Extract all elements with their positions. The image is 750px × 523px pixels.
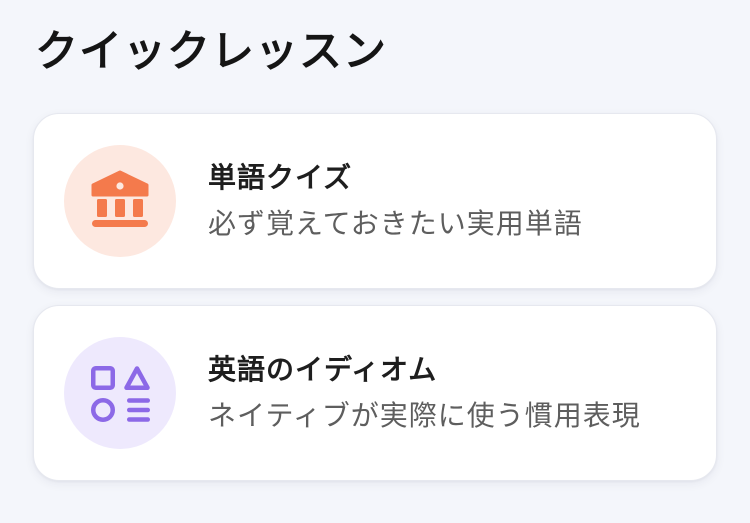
lesson-title: 英語のイディオム [208, 354, 438, 385]
bank-column [133, 199, 143, 217]
triangle-shape [124, 366, 150, 390]
bank-column [115, 199, 125, 217]
icon-badge [64, 145, 176, 257]
lesson-text: 英語のイディオム ネイティブが実際に使う慣用表現 [208, 347, 641, 439]
lesson-card-word-quiz[interactable]: 単語クイズ 必ず覚えておきたい実用単語 [33, 113, 717, 289]
lesson-subtitle: 必ず覚えておきたい実用単語 [208, 208, 583, 239]
icon-badge [64, 337, 176, 449]
lesson-text: 単語クイズ 必ず覚えておきたい実用単語 [208, 155, 583, 247]
bank-column [97, 199, 107, 217]
bank-base [92, 220, 148, 227]
bank-roof-dot [116, 182, 124, 190]
circle-shape [91, 398, 115, 422]
shapes-icon [91, 366, 150, 422]
lesson-title: 単語クイズ [208, 162, 353, 193]
lesson-subtitle: ネイティブが実際に使う慣用表現 [208, 400, 641, 431]
bank-icon [91, 170, 149, 227]
square-shape [91, 366, 115, 390]
page-title: クイックレッスン [35, 28, 387, 76]
lesson-card-idioms[interactable]: 英語のイディオム ネイティブが実際に使う慣用表現 [33, 305, 717, 481]
